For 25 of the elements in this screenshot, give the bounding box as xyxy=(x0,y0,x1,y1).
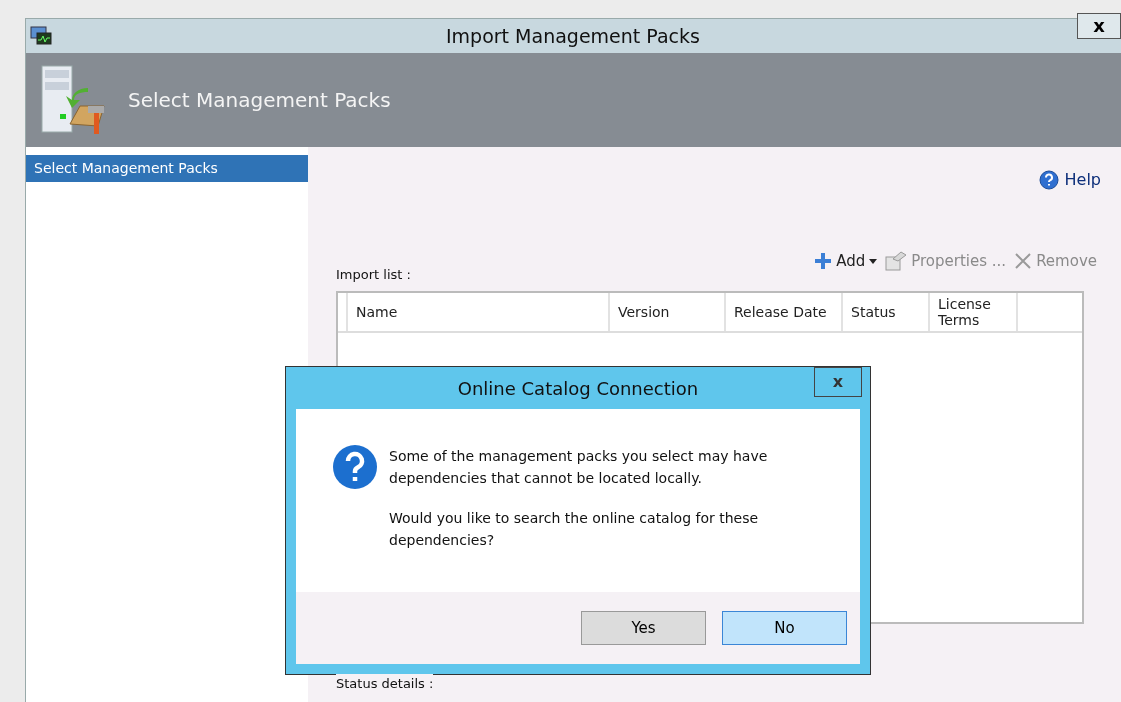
question-icon xyxy=(333,445,377,489)
page-heading: Select Management Packs xyxy=(128,87,391,114)
import-list-label: Import list : xyxy=(336,266,412,284)
dialog-button[interactable]: Yes xyxy=(581,611,706,645)
close-button[interactable]: x xyxy=(1077,13,1121,39)
window-title: Import Management Packs xyxy=(446,23,700,49)
caret-icon xyxy=(869,258,878,264)
dialog-message: Some of the management packs you select may have dependencies that cannot be located locally. xyxy=(389,447,769,488)
properties-icon xyxy=(885,251,908,271)
dialog-button[interactable]: No xyxy=(722,611,847,645)
column-header[interactable]: Status xyxy=(841,292,928,331)
help-link[interactable]: Help xyxy=(1064,168,1101,192)
dialog-message: Would you like to search the online catalog for these dependencies? xyxy=(389,509,760,550)
dialog-title: Online Catalog Connection xyxy=(457,376,699,401)
column-header[interactable]: License Terms xyxy=(928,292,1016,331)
close-icon xyxy=(1014,252,1033,270)
column-header[interactable]: Version xyxy=(608,292,724,331)
plus-icon xyxy=(814,252,833,270)
toolbar-button[interactable]: Add xyxy=(814,249,878,273)
column-header[interactable]: Release Date xyxy=(724,292,841,331)
monitor-icon xyxy=(30,26,52,46)
column-header[interactable]: Name xyxy=(346,292,608,331)
close-button[interactable]: x xyxy=(814,367,862,397)
help-icon xyxy=(1038,170,1059,190)
sidebar-item[interactable]: Select Management Packs xyxy=(26,155,308,182)
